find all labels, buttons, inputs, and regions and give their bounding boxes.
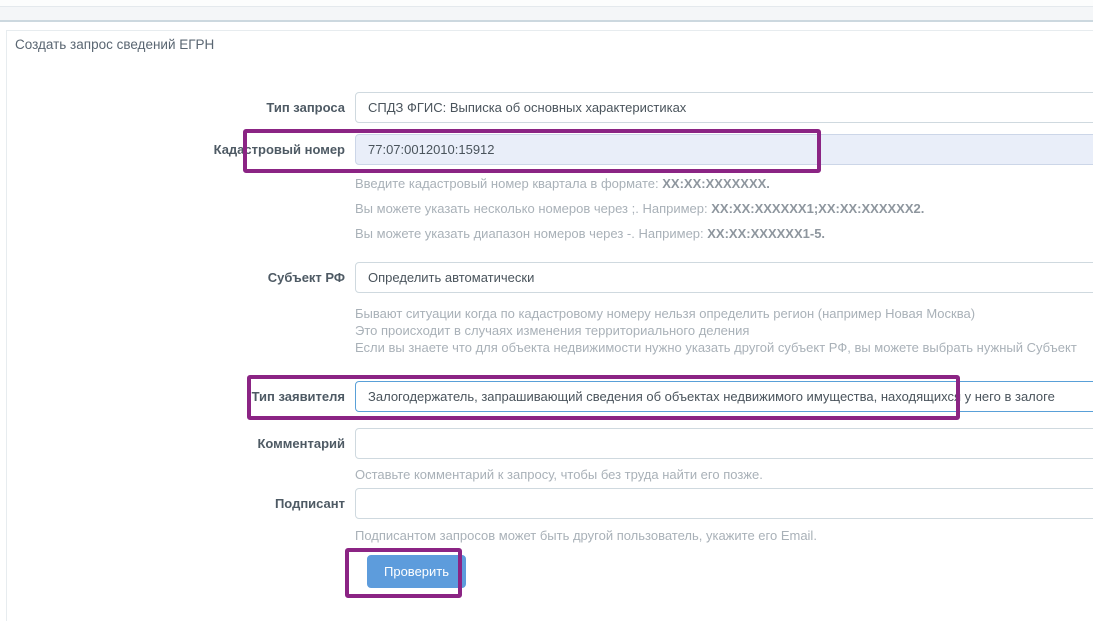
cadastral-help-line-3: Вы можете указать диапазон номеров через… [355, 226, 826, 241]
comment-input[interactable] [355, 428, 1093, 459]
comment-help-block: Оставьте комментарий к запросу, чтобы бе… [7, 463, 1093, 487]
signer-row: Подписант [7, 488, 1093, 519]
subject-help-block: Бывают ситуации когда по кадастровому но… [7, 305, 1093, 356]
subject-label: Субъект РФ [267, 270, 345, 285]
comment-label: Комментарий [257, 436, 345, 451]
secondary-bar [0, 7, 1093, 22]
page-title: Создать запрос сведений ЕГРН [15, 37, 215, 52]
top-bar [0, 0, 1093, 7]
applicant-type-input[interactable] [355, 381, 1093, 412]
cadastral-help-line-2: Вы можете указать несколько номеров чере… [355, 201, 925, 216]
applicant-type-row: Тип заявителя [7, 381, 1093, 412]
egrn-request-form: Тип запроса СПДЗ ФГИС: Выписка об основн… [7, 92, 1093, 588]
check-button[interactable]: Проверить [367, 555, 467, 588]
signer-input[interactable] [355, 488, 1093, 519]
subject-select[interactable]: Определить автоматически [355, 262, 1093, 293]
cadastral-number-row: Кадастровый номер [7, 134, 1093, 165]
egrn-request-panel: Создать запрос сведений ЕГРН Тип запроса… [6, 30, 1093, 621]
signer-help-block: Подписантом запросов может быть другой п… [7, 524, 1093, 548]
comment-row: Комментарий [7, 428, 1093, 459]
signer-help-line: Подписантом запросов может быть другой п… [355, 528, 817, 543]
submit-row: Проверить [7, 555, 1093, 588]
cadastral-help-block: Введите кадастровый номер квартала в фор… [7, 171, 1093, 246]
signer-label: Подписант [274, 496, 345, 511]
subject-help-line-3: Если вы знаете что для объекта недвижимо… [355, 340, 1077, 355]
subject-row: Субъект РФ Определить автоматически [7, 262, 1093, 293]
cadastral-number-input[interactable] [355, 134, 1093, 165]
applicant-type-label: Тип заявителя [251, 389, 345, 404]
comment-help-line: Оставьте комментарий к запросу, чтобы бе… [355, 467, 763, 482]
subject-help-line-1: Бывают ситуации когда по кадастровому но… [355, 306, 976, 321]
cadastral-number-label: Кадастровый номер [213, 142, 345, 157]
request-type-select[interactable]: СПДЗ ФГИС: Выписка об основных характери… [355, 92, 1093, 123]
subject-help-line-2: Это происходит в случаях изменения терри… [355, 323, 750, 338]
request-type-row: Тип запроса СПДЗ ФГИС: Выписка об основн… [7, 92, 1093, 123]
request-type-label: Тип запроса [266, 100, 345, 115]
cadastral-help-line-1: Введите кадастровый номер квартала в фор… [355, 176, 770, 191]
